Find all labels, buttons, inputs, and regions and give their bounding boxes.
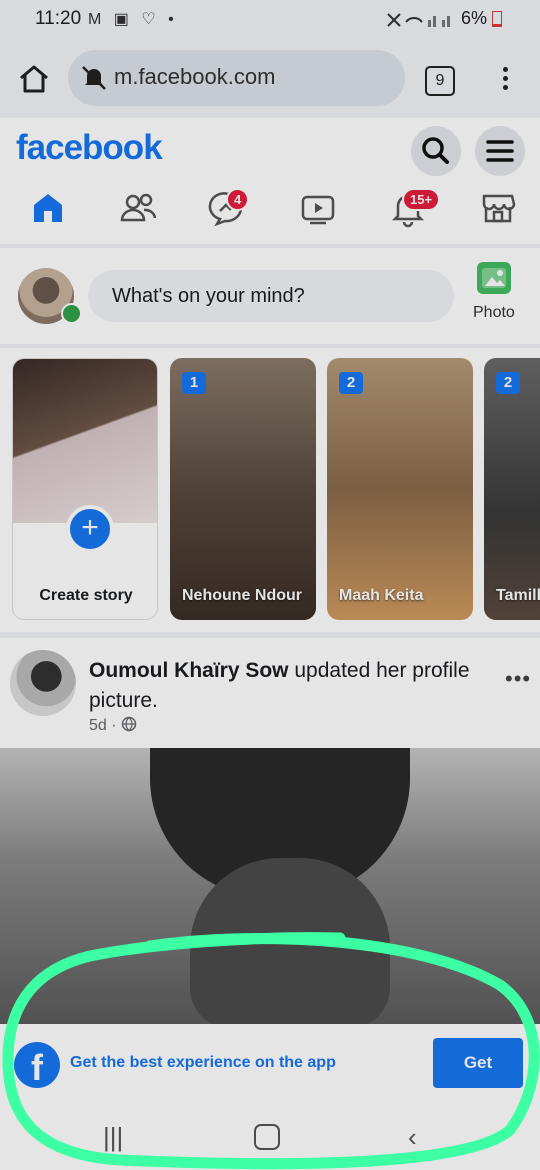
- notification-icons: M ▣ ♡ •: [88, 11, 178, 28]
- facebook-header: facebook 4 15+: [0, 118, 540, 244]
- story-card[interactable]: 2 Tamill: [484, 358, 540, 620]
- post-meta: 5d ·: [89, 716, 137, 735]
- create-story-photo: [13, 359, 157, 523]
- notifications-badge: 15+: [402, 188, 441, 211]
- story-author-name: Maah Keita: [339, 587, 424, 604]
- create-story-label: Create story: [39, 587, 133, 604]
- post-photo[interactable]: [0, 748, 540, 1028]
- home-icon[interactable]: [18, 64, 50, 94]
- story-author-name: Nehoune Ndour: [182, 587, 302, 604]
- open-app-banner: f Get the best experience on the app Get: [0, 1024, 540, 1104]
- url-text: m.facebook.com: [114, 64, 276, 89]
- story-count-badge: 1: [182, 372, 206, 394]
- clock: 11:20: [35, 8, 82, 29]
- marketplace-icon[interactable]: [478, 188, 518, 228]
- friends-icon[interactable]: [118, 188, 158, 228]
- hamburger-icon: [486, 140, 514, 162]
- story-card[interactable]: 1 Nehoune Ndour: [170, 358, 316, 620]
- feed-post: Oumoul Khaïry Sow updated her profile pi…: [0, 638, 540, 748]
- online-indicator: [61, 303, 82, 324]
- globe-icon: [121, 716, 137, 732]
- browser-toolbar: m.facebook.com 9: [0, 40, 540, 118]
- photo-subject-face: [190, 858, 390, 1028]
- search-button[interactable]: [411, 126, 461, 176]
- main-menu-button[interactable]: [475, 126, 525, 176]
- get-app-button[interactable]: Get: [433, 1038, 523, 1088]
- author-avatar[interactable]: [10, 650, 76, 716]
- story-author-name: Tamill: [496, 587, 540, 604]
- story-card[interactable]: 2 Maah Keita: [327, 358, 473, 620]
- battery-percent: 6%: [460, 8, 487, 28]
- whats-on-your-mind-input[interactable]: What's on your mind?: [88, 270, 454, 322]
- post-time[interactable]: 5d: [89, 717, 107, 734]
- home-button-icon[interactable]: [254, 1124, 280, 1150]
- post-options-icon[interactable]: •••: [505, 666, 531, 692]
- author-name[interactable]: Oumoul Khaïry Sow: [89, 659, 289, 682]
- photo-icon[interactable]: [477, 262, 511, 294]
- back-icon[interactable]: ‹: [408, 1122, 417, 1153]
- post-title: Oumoul Khaïry Sow updated her profile pi…: [89, 656, 499, 716]
- status-bar: 11:20 M ▣ ♡ • 6%: [0, 0, 540, 40]
- watch-icon[interactable]: [298, 188, 338, 228]
- story-count-badge: 2: [496, 372, 520, 394]
- search-icon: [422, 137, 449, 164]
- facebook-app-icon: f: [14, 1042, 60, 1088]
- tab-switcher-button[interactable]: 9: [425, 66, 455, 96]
- status-right: 6%: [386, 8, 502, 29]
- system-nav-bar: ||| ‹: [0, 1104, 540, 1170]
- facebook-logo[interactable]: facebook: [16, 128, 163, 168]
- banner-text: Get the best experience on the app: [70, 1054, 336, 1071]
- battery-icon: [492, 11, 502, 28]
- create-story-card[interactable]: + Create story: [12, 358, 158, 620]
- stories-tray: + Create story 1 Nehoune Ndour 2 Maah Ke…: [0, 348, 540, 632]
- add-story-icon[interactable]: +: [66, 505, 114, 553]
- photo-label[interactable]: Photo: [473, 304, 515, 322]
- home-nav-icon[interactable]: [28, 188, 68, 228]
- menu-icon[interactable]: [498, 64, 512, 94]
- notifications-muted-icon: [82, 66, 106, 90]
- recent-apps-icon[interactable]: |||: [103, 1122, 123, 1153]
- post-composer: What's on your mind? Photo: [0, 248, 540, 344]
- story-count-badge: 2: [339, 372, 363, 394]
- address-bar[interactable]: m.facebook.com: [68, 50, 405, 106]
- signal-icon: [387, 13, 450, 28]
